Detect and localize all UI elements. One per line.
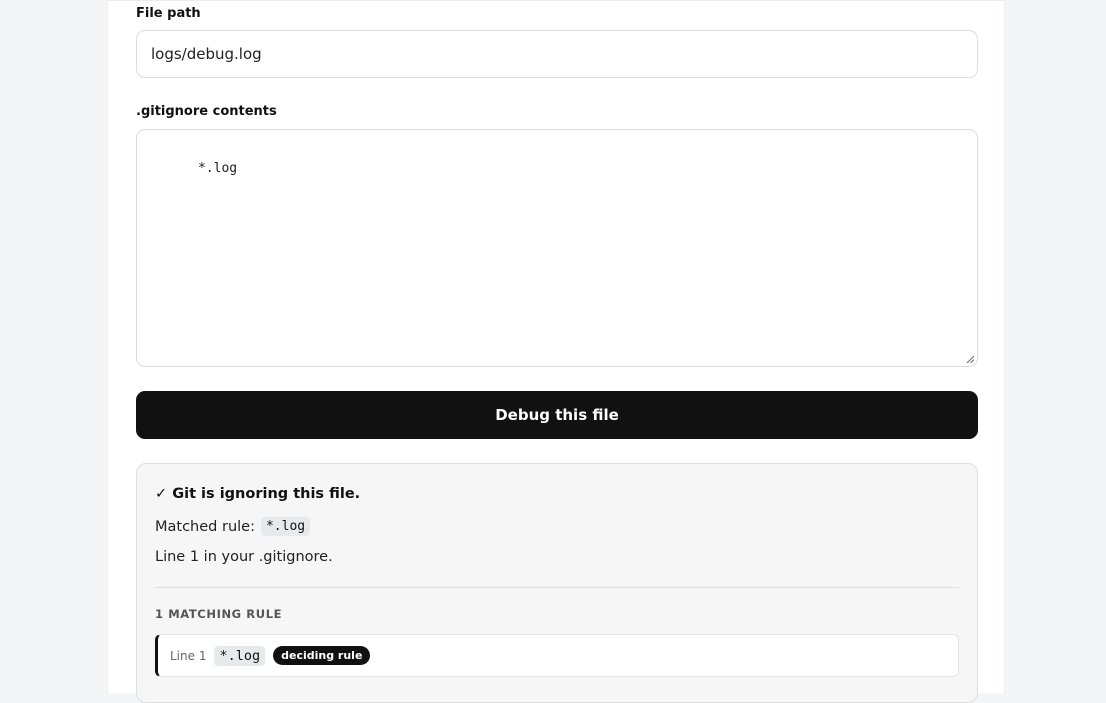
rule-line-number: Line 1 [170,648,207,663]
line-info-text: Line 1 in your .gitignore. [155,549,333,565]
file-path-input[interactable]: logs/debug.log [136,30,978,78]
resize-handle-icon[interactable] [966,355,974,363]
matched-rule-code: *.log [260,517,311,536]
matched-rule-label: Matched rule: [155,518,255,535]
matched-rule-row: Matched rule: *.log [155,517,311,536]
panel-top-border [108,0,1004,1]
main-panel: File path logs/debug.log .gitignore cont… [107,0,1005,703]
gitignore-textarea[interactable]: *.log [136,129,978,367]
deciding-rule-badge: deciding rule [273,646,371,665]
file-path-label: File path [136,6,201,21]
gitignore-text: *.log [197,161,238,176]
result-panel: ✓ Git is ignoring this file. Matched rul… [136,463,978,703]
debug-button[interactable]: Debug this file [136,391,978,439]
rule-pattern-code: *.log [214,645,266,666]
verdict-text: ✓ Git is ignoring this file. [155,486,361,502]
matching-rules-heading: 1 matching rule [155,607,283,621]
gitignore-label: .gitignore contents [136,104,277,119]
divider [155,587,959,588]
rule-list-item: Line 1 *.log deciding rule [155,634,959,677]
